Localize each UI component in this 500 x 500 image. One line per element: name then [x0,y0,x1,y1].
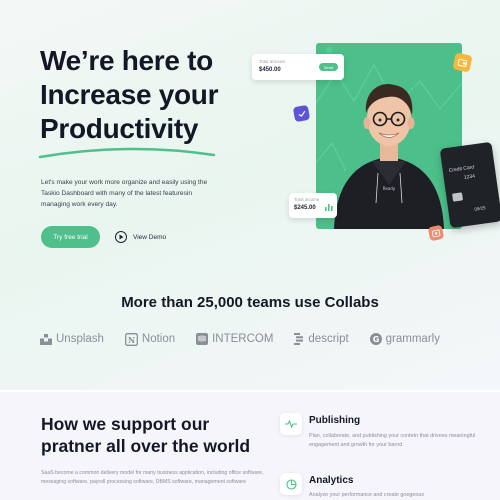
logo-unsplash: Unsplash [40,333,104,345]
descript-icon [294,333,304,345]
svg-text:Ready: Ready [383,186,396,191]
hero-description: Let's make your work more organize and e… [41,179,208,208]
logo-intercom-label: INTERCOM [212,333,274,345]
grammarly-icon: G [369,333,382,345]
intercom-icon [196,333,209,345]
credit-card-label: Credit Card [448,164,475,174]
view-demo-label: View Demo [133,233,167,241]
feature-publishing-title: Publishing [309,415,361,426]
total-income-label: Total income [294,197,320,202]
logo-descript: descript [294,333,349,345]
teams-heading: More than 25,000 teams use Collabs [121,294,379,311]
try-free-trial-button[interactable]: Try free trial [41,226,100,248]
support-title-line-1: How we support our [41,414,210,434]
total-income-card: Total income $245.00 [289,193,337,218]
hero-title: We’re here to Increase your Productivity [40,44,270,146]
total-income-value: $245.00 [294,205,316,211]
play-icon [115,231,127,243]
send-button[interactable]: Send [319,63,338,71]
hero-title-line-2: Increase your [40,79,219,110]
svg-text:G: G [372,335,379,344]
credit-card: Credit Card 1234 09/25 [439,141,500,229]
logo-intercom: INTERCOM [196,333,273,345]
logo-grammarly: G grammarly [369,333,440,345]
feature-publishing-description: Plan, collaborate, and publishing your c… [309,433,476,448]
title-underline-decoration [38,147,216,159]
svg-text:N: N [128,334,135,344]
check-icon [292,104,311,123]
logo-notion: N Notion [124,332,176,346]
hero-title-line-3: Productivity [40,113,199,144]
partner-logos: Unsplash N Notion INTERCOM descript G gr… [40,331,440,347]
unsplash-icon [40,333,52,345]
pie-chart-icon [280,473,302,495]
credit-card-number: 1234 [463,173,476,181]
pulse-icon [280,413,302,435]
total-amount-label: Total amount [259,59,285,64]
feature-analytics-title: Analytics [309,475,354,486]
bar-chart-icon [325,204,333,211]
logo-grammarly-label: grammarly [385,333,440,345]
credit-card-expiry: 09/25 [474,205,486,212]
logo-notion-label: Notion [141,333,176,345]
view-demo-button[interactable]: View Demo [115,230,166,244]
total-amount-value: $450.00 [259,67,281,73]
total-amount-card: Total amount $450.00 Send [252,54,344,80]
support-title: How we support our pratner all over the … [41,413,281,457]
notion-icon: N [124,332,138,346]
hero-title-line-1: We’re here to [40,45,213,76]
logo-descript-label: descript [308,333,349,345]
wallet-icon [452,52,473,73]
logo-unsplash-label: Unsplash [56,333,104,345]
card-chip-icon [452,192,464,202]
support-title-line-2: pratner all over the world [41,436,251,456]
feature-analytics-description: Analyze your performance and create goeg… [309,492,425,498]
support-description: SaaS become a common delivery model for … [41,470,264,485]
